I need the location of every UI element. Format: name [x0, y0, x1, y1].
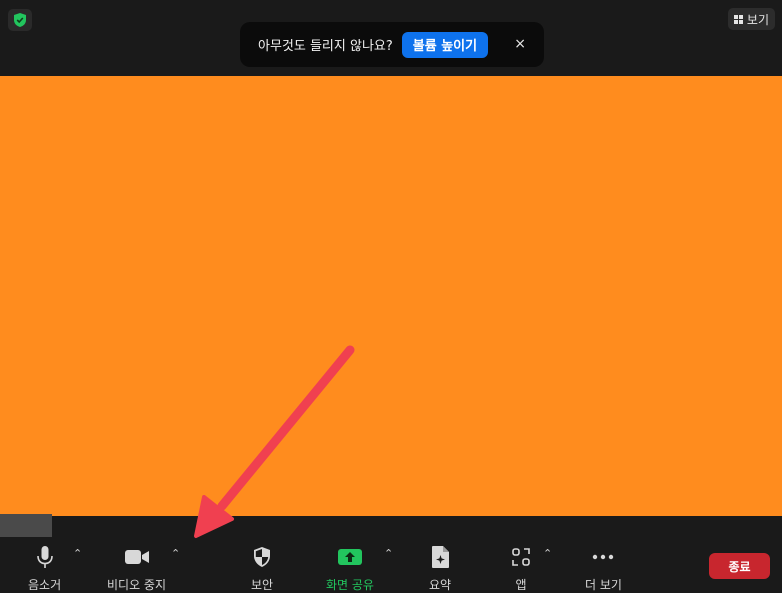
- meeting-window: 아무것도 들리지 않나요? 볼륨 높이기 × 보기 음소거 ⌃ 비디오 중지 ⌃…: [0, 0, 782, 593]
- share-screen-icon: [337, 545, 363, 569]
- view-label: 보기: [746, 12, 769, 27]
- video-area: [0, 76, 782, 516]
- more-button[interactable]: 더 보기: [585, 545, 622, 593]
- increase-volume-button[interactable]: 볼륨 높이기: [401, 31, 489, 58]
- end-meeting-button[interactable]: 종료: [709, 553, 770, 579]
- participant-name-tag: [0, 514, 52, 537]
- audio-notification-toast: 아무것도 들리지 않나요? 볼륨 높이기 ×: [240, 22, 544, 67]
- audio-options-caret-icon[interactable]: ⌃: [73, 547, 82, 560]
- share-options-caret-icon[interactable]: ⌃: [384, 547, 393, 560]
- more-dots-icon: [592, 545, 614, 569]
- view-button[interactable]: 보기: [727, 8, 775, 30]
- mute-label: 음소거: [28, 578, 62, 592]
- video-camera-icon: [124, 545, 150, 569]
- apps-label: 앱: [515, 578, 527, 592]
- share-screen-label: 화면 공유: [326, 578, 374, 592]
- security-shield-icon: [252, 545, 272, 569]
- top-bar: 아무것도 들리지 않나요? 볼륨 높이기 × 보기: [0, 0, 782, 76]
- apps-options-caret-icon[interactable]: ⌃: [543, 547, 552, 560]
- close-icon[interactable]: ×: [514, 35, 526, 53]
- grid-view-icon: [733, 14, 743, 24]
- meeting-toolbar: 음소거 ⌃ 비디오 중지 ⌃ 보안 화면 공유 ⌃ 요약 앱 ⌃ 더 보기 종료: [0, 537, 782, 593]
- security-label: 보안: [251, 578, 274, 592]
- mute-button[interactable]: 음소거: [28, 545, 61, 593]
- summary-button[interactable]: 요약: [429, 545, 451, 593]
- toast-message: 아무것도 들리지 않나요?: [258, 39, 393, 54]
- apps-button[interactable]: 앱: [511, 545, 531, 593]
- stop-video-label: 비디오 중지: [107, 578, 167, 592]
- more-label: 더 보기: [585, 578, 622, 592]
- apps-icon: [511, 545, 531, 569]
- ai-summary-document-icon: [430, 545, 450, 569]
- summary-label: 요약: [429, 578, 452, 592]
- security-button[interactable]: 보안: [251, 545, 273, 593]
- share-screen-button[interactable]: 화면 공유: [326, 545, 374, 593]
- microphone-icon: [36, 545, 54, 569]
- video-options-caret-icon[interactable]: ⌃: [171, 547, 180, 560]
- stop-video-button[interactable]: 비디오 중지: [107, 545, 166, 593]
- encryption-shield-icon[interactable]: [8, 9, 32, 31]
